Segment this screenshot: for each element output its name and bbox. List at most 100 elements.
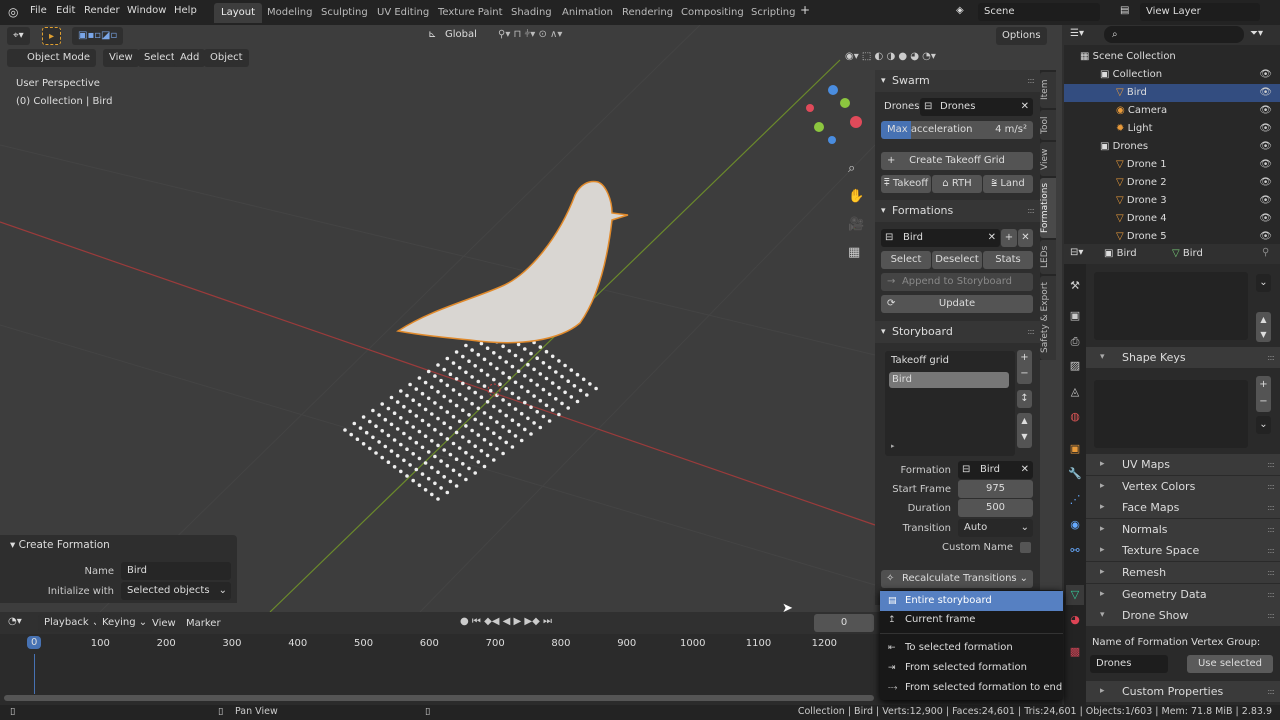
create-takeoff-grid-button[interactable]: + Create Takeoff Grid xyxy=(881,152,1033,170)
outliner-row[interactable]: ▣ Drones 👁 xyxy=(1064,138,1280,156)
outliner-row[interactable]: ▽ Drone 4 👁 xyxy=(1064,210,1280,228)
drones-field[interactable]: ⊟ Drones ✕ xyxy=(920,98,1033,116)
tab-leds[interactable]: LEDs xyxy=(1040,240,1056,274)
object-mode-dropdown[interactable]: Object Mode xyxy=(7,49,96,67)
menu-file[interactable]: File xyxy=(30,5,47,16)
menu-item-current-frame[interactable]: ↥ Current frame xyxy=(880,610,1063,630)
editor-type-button[interactable]: ⌖▾ xyxy=(7,27,30,45)
tool-tab-icon[interactable]: ⚒ xyxy=(1066,276,1084,296)
object-tab-icon[interactable]: ▣ xyxy=(1066,439,1084,459)
outliner-row[interactable]: ▽ Drone 2 👁 xyxy=(1064,174,1280,192)
render-tab-icon[interactable]: ▣ xyxy=(1066,306,1084,326)
view-layer-tab-icon[interactable]: ▨ xyxy=(1066,356,1084,376)
visibility-eye-icon[interactable]: 👁 xyxy=(1259,120,1272,138)
remove-formation-button[interactable]: ✕ xyxy=(1018,229,1033,247)
filter-icon[interactable]: ⏷▾ xyxy=(1250,28,1263,39)
outliner-scene-collection[interactable]: ▦ Scene Collection xyxy=(1064,48,1280,66)
timeline-scrollbar[interactable] xyxy=(4,695,874,701)
menu-item-from-selected-to-end[interactable]: ⤏ From selected formation to end xyxy=(880,678,1063,698)
shape-keys-header[interactable]: Shape Keys:::: xyxy=(1086,347,1280,368)
storyboard-item[interactable]: Takeoff grid xyxy=(891,355,949,366)
formation-selector[interactable]: ⊟ Bird ✕ xyxy=(881,229,1000,247)
visibility-eye-icon[interactable]: 👁 xyxy=(1259,66,1272,84)
tab-uv-editing[interactable]: UV Editing xyxy=(370,3,436,23)
tab-view[interactable]: View xyxy=(1040,142,1056,176)
output-tab-icon[interactable]: ⎙ xyxy=(1066,332,1084,352)
section-header[interactable]: Remesh:::: xyxy=(1086,562,1280,583)
bird-mesh[interactable] xyxy=(396,180,629,344)
specials-button[interactable]: ⌄ xyxy=(1256,274,1271,292)
editor-type-icon[interactable]: ⊟▾ xyxy=(1070,247,1083,258)
scene-tab-icon[interactable]: ◬ xyxy=(1066,382,1084,402)
transform-orientation-dropdown[interactable]: Global xyxy=(445,29,477,40)
menu-help[interactable]: Help xyxy=(174,5,197,16)
section-header[interactable]: UV Maps:::: xyxy=(1086,454,1280,475)
outliner-row[interactable]: ✹ Light 👁 xyxy=(1064,120,1280,138)
blender-logo-icon[interactable]: ◎ xyxy=(8,5,18,19)
storyboard-panel-header[interactable]: Storyboard:::: xyxy=(875,321,1040,343)
vertex-group-input[interactable]: Drones xyxy=(1090,655,1168,673)
section-header[interactable]: Texture Space:::: xyxy=(1086,540,1280,562)
visibility-eye-icon[interactable]: 👁 xyxy=(1259,210,1272,228)
tab-modeling[interactable]: Modeling xyxy=(260,3,320,23)
duration-input[interactable]: 500 xyxy=(958,499,1033,517)
move-buttons[interactable]: ▲ ▼ xyxy=(1256,312,1271,342)
clear-formation-icon[interactable]: ✕ xyxy=(988,229,996,247)
viewport-menu-view[interactable]: View xyxy=(103,49,139,67)
takeoff-button[interactable]: ⩱ Takeoff xyxy=(881,175,931,193)
menu-edit[interactable]: Edit xyxy=(56,5,75,16)
visibility-eye-icon[interactable]: 👁 xyxy=(1259,174,1272,192)
tab-item[interactable]: Item xyxy=(1040,72,1056,108)
select-mode-buttons[interactable]: ▣▪▫◪▫ xyxy=(72,27,124,45)
playback-controls[interactable]: ● ⏮ ◆◀ ◀ ▶ ▶◆ ⏭ xyxy=(460,616,552,627)
menu-window[interactable]: Window xyxy=(127,5,166,16)
custom-name-checkbox[interactable] xyxy=(1020,542,1031,553)
mesh-data-tab-icon[interactable]: ▽ xyxy=(1066,585,1084,605)
tab-tool[interactable]: Tool xyxy=(1040,110,1056,140)
visibility-eye-icon[interactable]: 👁 xyxy=(1259,192,1272,210)
texture-tab-icon[interactable]: ▩ xyxy=(1066,642,1084,662)
drone-show-header[interactable]: Drone Show:::: xyxy=(1086,605,1280,626)
shape-key-add-remove[interactable]: + − xyxy=(1256,376,1271,412)
pin-icon[interactable]: ⚲ xyxy=(1262,247,1269,258)
shape-keys-list[interactable] xyxy=(1094,380,1248,448)
section-header[interactable]: Vertex Colors:::: xyxy=(1086,475,1280,497)
formations-panel-header[interactable]: Formations:::: xyxy=(875,200,1040,222)
visibility-eye-icon[interactable]: 👁 xyxy=(1259,84,1272,102)
stats-button[interactable]: Stats xyxy=(983,251,1033,269)
options-dropdown[interactable]: Options xyxy=(996,27,1047,45)
particles-tab-icon[interactable]: ⋰ xyxy=(1066,490,1084,510)
menu-item-to-selected-formation[interactable]: ⇤ To selected formation xyxy=(880,638,1063,658)
visibility-eye-icon[interactable]: 👁 xyxy=(1259,138,1272,156)
tab-shading[interactable]: Shading xyxy=(504,3,559,23)
storyboard-item-selected[interactable]: Bird xyxy=(889,372,1009,388)
pivot-snap-proportional-icons[interactable]: ⚲▾ ⊓ ⫩▾ ⊙ ∧▾ xyxy=(498,29,562,40)
tab-formations[interactable]: Formations xyxy=(1040,178,1056,238)
max-acceleration-slider[interactable]: Max acceleration 4 m/s² xyxy=(881,121,1033,139)
section-header[interactable]: Face Maps:::: xyxy=(1086,497,1280,519)
tab-rendering[interactable]: Rendering xyxy=(615,3,680,23)
swarm-panel-header[interactable]: Swarm:::: xyxy=(875,70,1040,92)
tab-sculpting[interactable]: Sculpting xyxy=(314,3,375,23)
section-header[interactable]: Geometry Data:::: xyxy=(1086,583,1280,605)
tab-safety-export[interactable]: Safety & Export xyxy=(1040,276,1056,360)
viewport-menu-add[interactable]: Add xyxy=(174,49,206,67)
outliner-row[interactable]: ▽ Drone 3 👁 xyxy=(1064,192,1280,210)
update-button[interactable]: ⟳ Update xyxy=(881,295,1033,313)
deselect-button[interactable]: Deselect xyxy=(932,251,982,269)
add-formation-button[interactable]: + xyxy=(1001,229,1017,247)
view-layer-selector[interactable]: View Layer xyxy=(1140,3,1260,21)
outliner-type-icon[interactable]: ☰▾ xyxy=(1070,28,1084,39)
tab-compositing[interactable]: Compositing xyxy=(674,3,751,23)
material-tab-icon[interactable]: ◕ xyxy=(1066,610,1084,630)
rth-button[interactable]: ⌂ RTH xyxy=(932,175,982,193)
shading-buttons[interactable]: ◉▾ ⬚ ◐ ◑ ● ◕ ◔▾ xyxy=(845,51,936,62)
land-button[interactable]: ⩰ Land xyxy=(983,175,1033,193)
world-tab-icon[interactable]: ◍ xyxy=(1066,407,1084,427)
keying-menu[interactable]: Keying ⌄ xyxy=(96,614,154,632)
mesh-breadcrumb[interactable]: ▽ Bird xyxy=(1172,248,1203,259)
menu-item-entire-storyboard[interactable]: ▤ Entire storyboard xyxy=(880,591,1063,611)
visibility-eye-icon[interactable]: 👁 xyxy=(1259,156,1272,174)
reorder-buttons[interactable]: ▲ ▼ xyxy=(1017,413,1032,448)
section-header[interactable]: Normals:::: xyxy=(1086,518,1280,540)
